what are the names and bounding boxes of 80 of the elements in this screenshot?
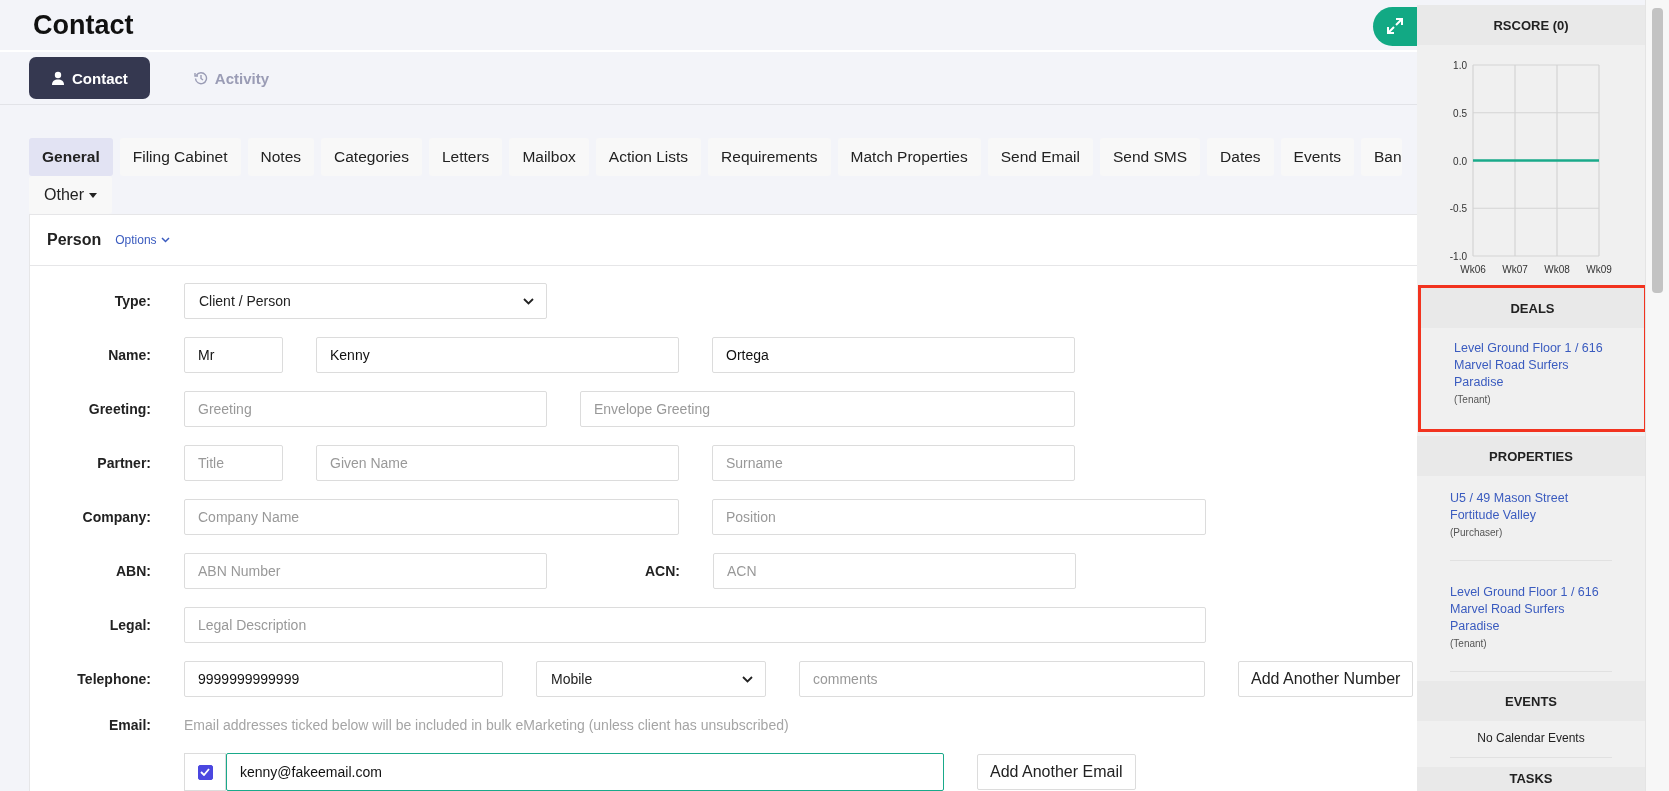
input-field[interactable]: Ortega bbox=[712, 337, 1075, 373]
tab[interactable]: Filing Cabinet bbox=[119, 138, 241, 176]
input-field[interactable]: Kenny bbox=[316, 337, 679, 373]
expand-button[interactable] bbox=[1373, 6, 1417, 46]
property-link[interactable]: Level Ground Floor 1 / 616 Marvel Road Surfers Paradise bbox=[1450, 584, 1612, 635]
input-field[interactable]: Company Name bbox=[184, 499, 679, 535]
expand-icon bbox=[1386, 17, 1404, 35]
other-dropdown[interactable]: Other bbox=[29, 176, 112, 214]
input-field[interactable]: Title bbox=[184, 445, 283, 481]
tab[interactable]: Ban bbox=[1361, 138, 1402, 176]
field-label: ABN: bbox=[115, 563, 151, 579]
add-number-button[interactable]: Add Another Number bbox=[1238, 661, 1414, 697]
y-tick-label: 0.5 bbox=[1453, 107, 1467, 119]
field-label: Partner: bbox=[96, 455, 151, 471]
add-email-button[interactable]: Add Another Email bbox=[977, 754, 1136, 790]
input-field[interactable]: comments bbox=[799, 661, 1205, 697]
page-title: Contact bbox=[33, 9, 134, 41]
person-icon bbox=[51, 71, 65, 85]
property-link[interactable]: U5 / 49 Mason Street Fortitude Valley bbox=[1450, 490, 1612, 524]
field-label: ACN: bbox=[644, 563, 680, 579]
caret-icon bbox=[89, 192, 97, 198]
field-label: Greeting: bbox=[87, 401, 151, 417]
chevron-icon bbox=[160, 237, 170, 243]
email-field[interactable]: kenny@fakeemail.com bbox=[226, 753, 944, 791]
section-header: PROPERTIES bbox=[1417, 436, 1645, 476]
x-tick-label: Wk08 bbox=[1544, 264, 1570, 275]
section-header: TASKS bbox=[1417, 767, 1645, 791]
email-note: Email addresses ticked below will be included in bulk eMarketing (unless client has unsubscribed) bbox=[184, 717, 789, 733]
y-tick-label: 1.0 bbox=[1453, 60, 1467, 71]
tab[interactable]: Dates bbox=[1207, 138, 1274, 176]
input-field[interactable]: Position bbox=[712, 499, 1206, 535]
input-field[interactable]: 9999999999999 bbox=[184, 661, 503, 697]
field-label: Type: bbox=[113, 293, 151, 309]
tab[interactable]: General bbox=[29, 138, 113, 176]
chevron-icon bbox=[742, 675, 753, 683]
tab[interactable]: Notes bbox=[247, 138, 314, 176]
tab[interactable]: Letters bbox=[429, 138, 503, 176]
section-header: RSCORE (0) bbox=[1417, 5, 1645, 45]
deal-link[interactable]: Level Ground Floor 1 / 616 Marvel Road Surfers Paradise bbox=[1454, 340, 1611, 391]
tab[interactable]: Categories bbox=[321, 138, 422, 176]
tab[interactable]: Match Properties bbox=[837, 138, 981, 176]
tab[interactable]: Action Lists bbox=[595, 138, 702, 176]
input-field[interactable]: ABN Number bbox=[184, 553, 547, 589]
input-field[interactable]: Legal Description bbox=[184, 607, 1206, 643]
field-label: Legal: bbox=[108, 617, 151, 633]
y-tick-label: -0.5 bbox=[1449, 203, 1467, 215]
card-title: Person bbox=[47, 231, 102, 249]
field-label: Name: bbox=[107, 347, 151, 363]
field-label: Telephone: bbox=[76, 671, 151, 687]
role-text: (Purchaser) bbox=[1450, 527, 1504, 538]
input-field[interactable]: Mr bbox=[184, 337, 283, 373]
input-field[interactable]: Greeting bbox=[184, 391, 547, 427]
role-text: (Tenant) bbox=[1454, 394, 1492, 405]
chevron-icon bbox=[523, 297, 534, 305]
select-field[interactable]: Mobile bbox=[536, 661, 766, 697]
x-tick-label: Wk09 bbox=[1586, 264, 1612, 275]
tab[interactable]: Requirements bbox=[708, 138, 831, 176]
section-header: EVENTS bbox=[1417, 681, 1645, 721]
role-text: (Tenant) bbox=[1450, 638, 1488, 649]
options-link[interactable]: Options bbox=[115, 233, 170, 247]
y-tick-label: -1.0 bbox=[1449, 251, 1467, 262]
input-field[interactable]: Given Name bbox=[316, 445, 679, 481]
input-field[interactable]: ACN bbox=[713, 553, 1076, 589]
x-tick-label: Wk07 bbox=[1502, 264, 1528, 275]
field-label: Email: bbox=[108, 717, 151, 733]
input-field[interactable]: Envelope Greeting bbox=[580, 391, 1075, 427]
x-tick-label: Wk06 bbox=[1460, 264, 1486, 275]
tab[interactable]: Send Email bbox=[987, 138, 1093, 176]
input-field[interactable]: Surname bbox=[712, 445, 1075, 481]
tab[interactable]: Send SMS bbox=[1100, 138, 1201, 176]
tab[interactable]: Events bbox=[1280, 138, 1354, 176]
view-tab[interactable]: Contact bbox=[29, 57, 150, 99]
field-label: Company: bbox=[81, 509, 151, 525]
select-field[interactable]: Client / Person bbox=[184, 283, 547, 319]
checkbox[interactable] bbox=[197, 764, 213, 780]
history-icon bbox=[193, 71, 208, 85]
section-header: DEALS bbox=[1421, 288, 1644, 328]
tab[interactable]: Mailbox bbox=[509, 138, 589, 176]
y-tick-label: 0.0 bbox=[1453, 155, 1467, 167]
empty-message: No Calendar Events bbox=[1477, 731, 1585, 745]
